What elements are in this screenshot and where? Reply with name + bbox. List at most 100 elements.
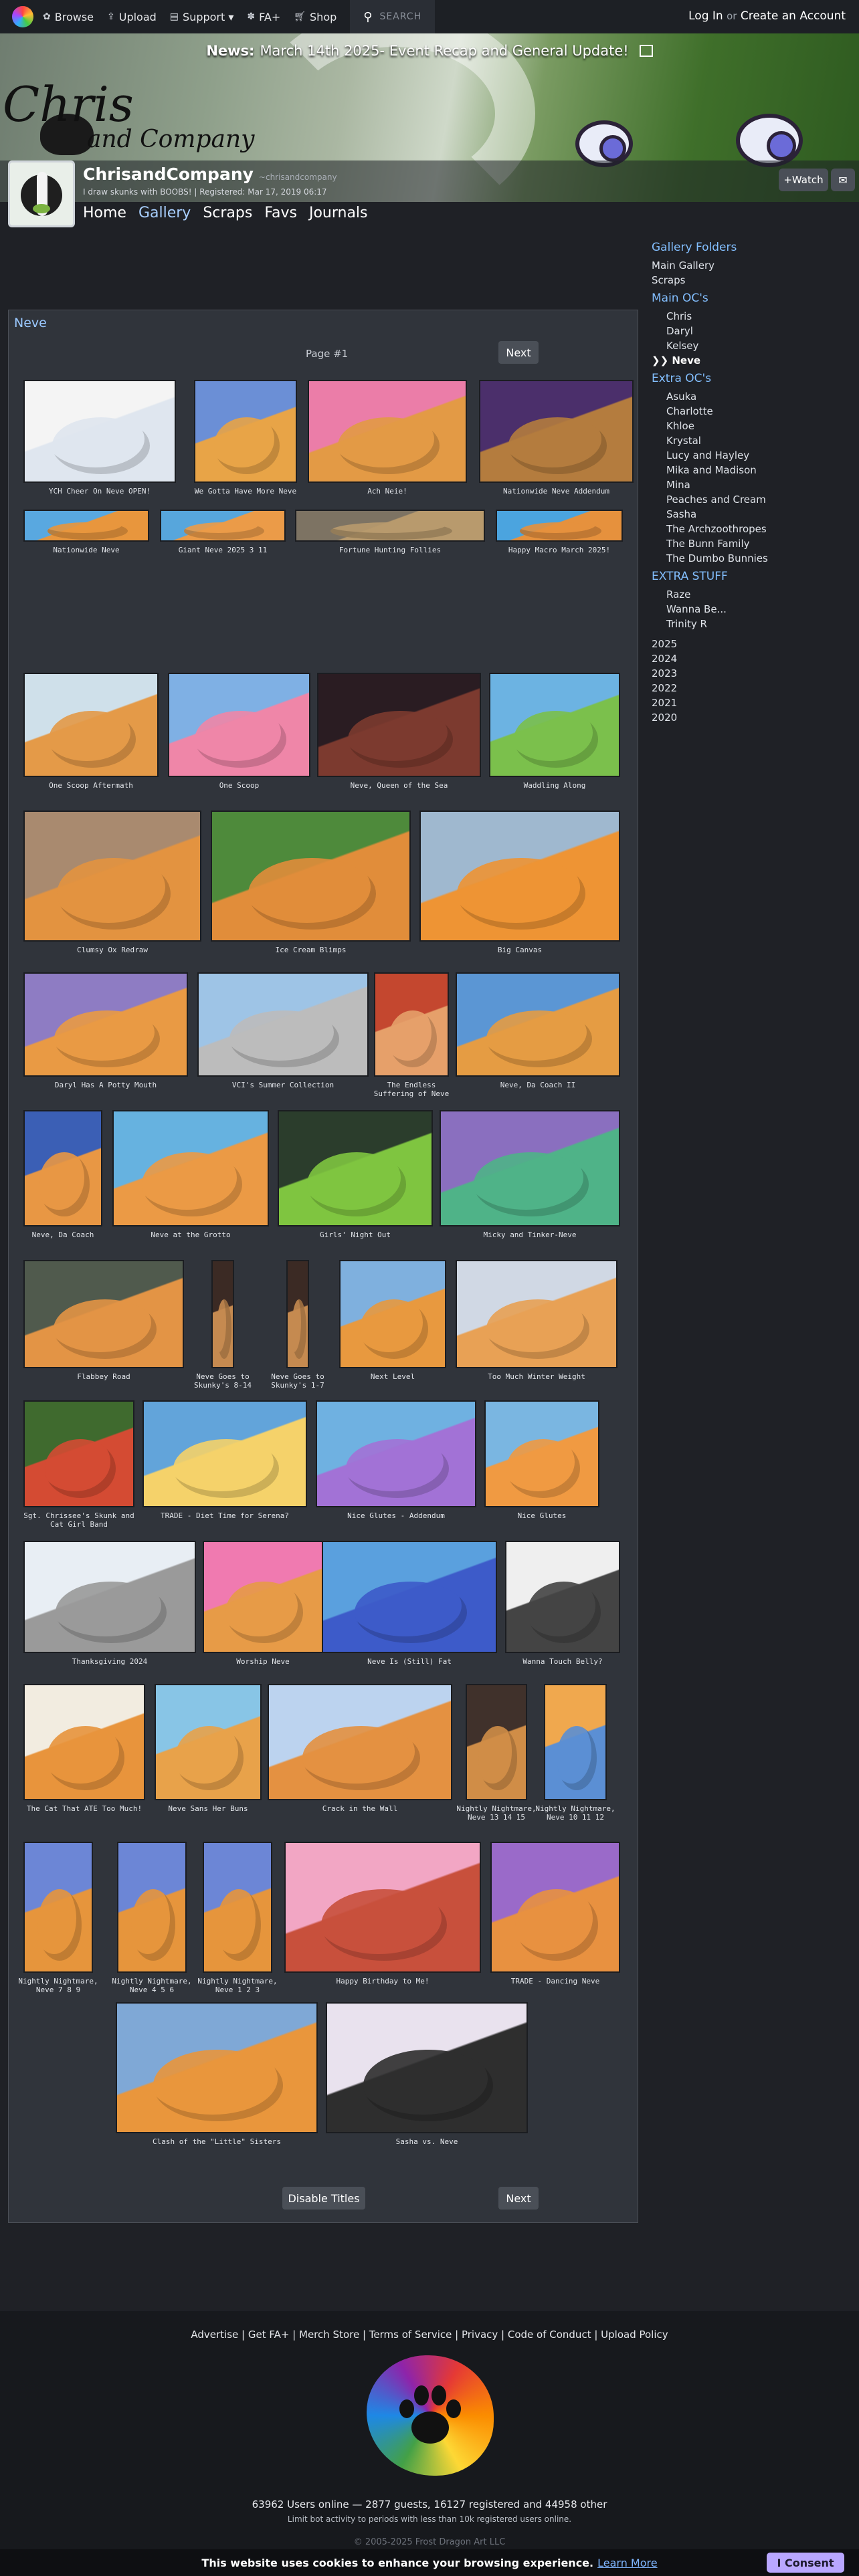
gallery-thumbnail[interactable] — [23, 1110, 102, 1226]
thumbnail-title[interactable]: Giant Neve 2025 3 11 — [160, 546, 286, 554]
tab-home[interactable]: Home — [83, 205, 126, 221]
thumbnail-title[interactable]: TRADE - Diet Time for Serena? — [142, 1511, 307, 1520]
gallery-thumbnail[interactable] — [479, 380, 634, 483]
thumbnail-title[interactable]: Neve, Da Coach — [19, 1230, 106, 1239]
gallery-thumbnail[interactable] — [544, 1684, 607, 1800]
thumbnail-title[interactable]: Waddling Along — [489, 781, 620, 790]
gallery-thumbnail[interactable] — [456, 1260, 617, 1368]
folder-item[interactable]: Kelsey — [652, 338, 852, 353]
thumbnail-title[interactable]: Nightly Nightmare, Neve 4 5 6 — [108, 1977, 195, 1994]
gallery-thumbnail[interactable] — [112, 1110, 269, 1226]
gallery-thumbnail[interactable] — [23, 510, 149, 542]
thumbnail-title[interactable]: Neve Goes to Skunky's 8-14 — [179, 1372, 266, 1390]
thumbnail-title[interactable]: Too Much Winter Weight — [456, 1372, 617, 1381]
folder-item[interactable]: Charlotte — [652, 404, 852, 419]
gallery-thumbnail[interactable] — [316, 1400, 476, 1507]
thumbnail-title[interactable]: Sgt. Chrissee's Skunk and Cat Girl Band — [23, 1511, 134, 1529]
news-bar[interactable]: News: March 14th 2025- Event Recap and G… — [0, 33, 859, 68]
folder-item[interactable]: 2025 — [652, 637, 852, 651]
thumbnail-title[interactable]: Neve, Da Coach II — [456, 1081, 620, 1089]
thumbnail-title[interactable]: Flabbey Road — [23, 1372, 184, 1381]
gallery-thumbnail[interactable] — [160, 510, 286, 542]
gallery-thumbnail[interactable] — [142, 1400, 307, 1507]
folder-item[interactable]: Sasha — [652, 507, 852, 522]
thumbnail-title[interactable]: Nice Glutes - Addendum — [316, 1511, 476, 1520]
thumbnail-title[interactable]: Nightly Nightmare, Neve 10 11 12 — [532, 1804, 619, 1822]
folder-item[interactable]: Peaches and Cream — [652, 492, 852, 507]
folder-item[interactable]: Wanna Be... — [652, 602, 852, 617]
gallery-thumbnail[interactable] — [23, 673, 159, 777]
folder-item[interactable]: Asuka — [652, 389, 852, 404]
thumbnail-title[interactable]: Worship Neve — [203, 1657, 323, 1666]
dismiss-news-icon[interactable] — [639, 45, 653, 57]
thumbnail-title[interactable]: Micky and Tinker-Neve — [440, 1230, 620, 1239]
gallery-thumbnail[interactable] — [116, 2002, 318, 2133]
folder-item[interactable]: Raze — [652, 587, 852, 602]
footer-links[interactable]: Advertise | Get FA+ | Merch Store | Term… — [0, 2329, 859, 2341]
thumbnail-title[interactable]: One Scoop Aftermath — [23, 781, 159, 790]
search-input[interactable]: ⚲ SEARCH — [350, 0, 436, 33]
thumbnail-title[interactable]: Happy Macro March 2025! — [496, 546, 623, 554]
thumbnail-title[interactable]: Ice Cream Blimps — [211, 946, 411, 954]
folder-item-current[interactable]: ❯❯ Neve — [652, 353, 852, 368]
consent-button[interactable]: I Consent — [767, 2553, 844, 2573]
folder-item[interactable]: 2021 — [652, 695, 852, 710]
tab-journals[interactable]: Journals — [309, 205, 368, 221]
thumbnail-title[interactable]: Daryl Has A Potty Mouth — [23, 1081, 188, 1089]
shop-link[interactable]: 🛒︎ Shop — [294, 11, 337, 23]
thumbnail-title[interactable]: Crack in the Wall — [268, 1804, 452, 1813]
gallery-thumbnail[interactable] — [286, 1260, 309, 1368]
thumbnail-title[interactable]: Big Canvas — [419, 946, 620, 954]
thumbnail-title[interactable]: Fortune Hunting Follies — [295, 546, 485, 554]
thumbnail-title[interactable]: Thanksgiving 2024 — [23, 1657, 196, 1666]
thumbnail-title[interactable]: Neve Is (Still) Fat — [322, 1657, 497, 1666]
upload-link[interactable]: ⇪ Upload — [107, 11, 157, 23]
gallery-thumbnail[interactable] — [496, 510, 623, 542]
thumbnail-title[interactable]: Nationwide Neve Addendum — [479, 487, 634, 496]
gallery-thumbnail[interactable] — [23, 1260, 184, 1368]
gallery-thumbnail[interactable] — [484, 1400, 599, 1507]
support-menu[interactable]: ▤ Support ▾ — [170, 11, 234, 23]
folder-item[interactable]: Lucy and Hayley — [652, 448, 852, 463]
gallery-thumbnail[interactable] — [23, 811, 201, 942]
gallery-thumbnail[interactable] — [168, 673, 310, 777]
folder-item[interactable]: Mina — [652, 477, 852, 492]
fa-plus-link[interactable]: ✽ FA+ — [247, 11, 280, 23]
gallery-thumbnail[interactable] — [339, 1260, 446, 1368]
gallery-thumbnail[interactable] — [23, 1541, 196, 1653]
folder-item[interactable]: Trinity R — [652, 617, 852, 631]
thumbnail-title[interactable]: Neve at the Grotto — [112, 1230, 269, 1239]
thumbnail-title[interactable]: Neve Sans Her Buns — [155, 1804, 262, 1813]
thumbnail-title[interactable]: YCH Cheer On Neve OPEN! — [23, 487, 176, 496]
next-page-button-top[interactable]: Next — [498, 341, 539, 364]
gallery-thumbnail[interactable] — [23, 380, 176, 483]
tab-favs[interactable]: Favs — [264, 205, 297, 221]
gallery-thumbnail[interactable] — [117, 1842, 187, 1973]
next-page-button-bottom[interactable]: Next — [498, 2187, 539, 2210]
gallery-thumbnail[interactable] — [23, 1842, 93, 1973]
gallery-thumbnail[interactable] — [440, 1110, 620, 1226]
folder-item[interactable]: 2024 — [652, 651, 852, 666]
gallery-thumbnail[interactable] — [23, 972, 188, 1077]
gallery-thumbnail[interactable] — [489, 673, 620, 777]
folder-item[interactable]: 2020 — [652, 710, 852, 725]
tab-scraps[interactable]: Scraps — [203, 205, 252, 221]
gallery-thumbnail[interactable] — [317, 673, 481, 777]
folder-item[interactable]: Chris — [652, 309, 852, 324]
thumbnail-title[interactable]: Ach Neie! — [308, 487, 467, 496]
thumbnail-title[interactable]: Nightly Nightmare, Neve 1 2 3 — [194, 1977, 281, 1994]
news-text[interactable]: March 14th 2025- Event Recap and General… — [260, 43, 628, 59]
create-account-link[interactable]: Create an Account — [741, 9, 846, 23]
browse-link[interactable]: ✿ Browse — [43, 11, 94, 23]
thumbnail-title[interactable]: Nightly Nightmare, Neve 7 8 9 — [15, 1977, 102, 1994]
thumbnail-title[interactable]: Neve, Queen of the Sea — [317, 781, 481, 790]
thumbnail-title[interactable]: Nationwide Neve — [23, 546, 149, 554]
avatar[interactable] — [8, 160, 75, 227]
gallery-thumbnail[interactable] — [203, 1842, 272, 1973]
gallery-thumbnail[interactable] — [322, 1541, 497, 1653]
gallery-thumbnail[interactable] — [197, 972, 369, 1077]
gallery-thumbnail[interactable] — [374, 972, 449, 1077]
login-link[interactable]: Log In — [688, 9, 723, 23]
thumbnail-title[interactable]: Girls' Night Out — [278, 1230, 433, 1239]
gallery-thumbnail[interactable] — [419, 811, 620, 942]
